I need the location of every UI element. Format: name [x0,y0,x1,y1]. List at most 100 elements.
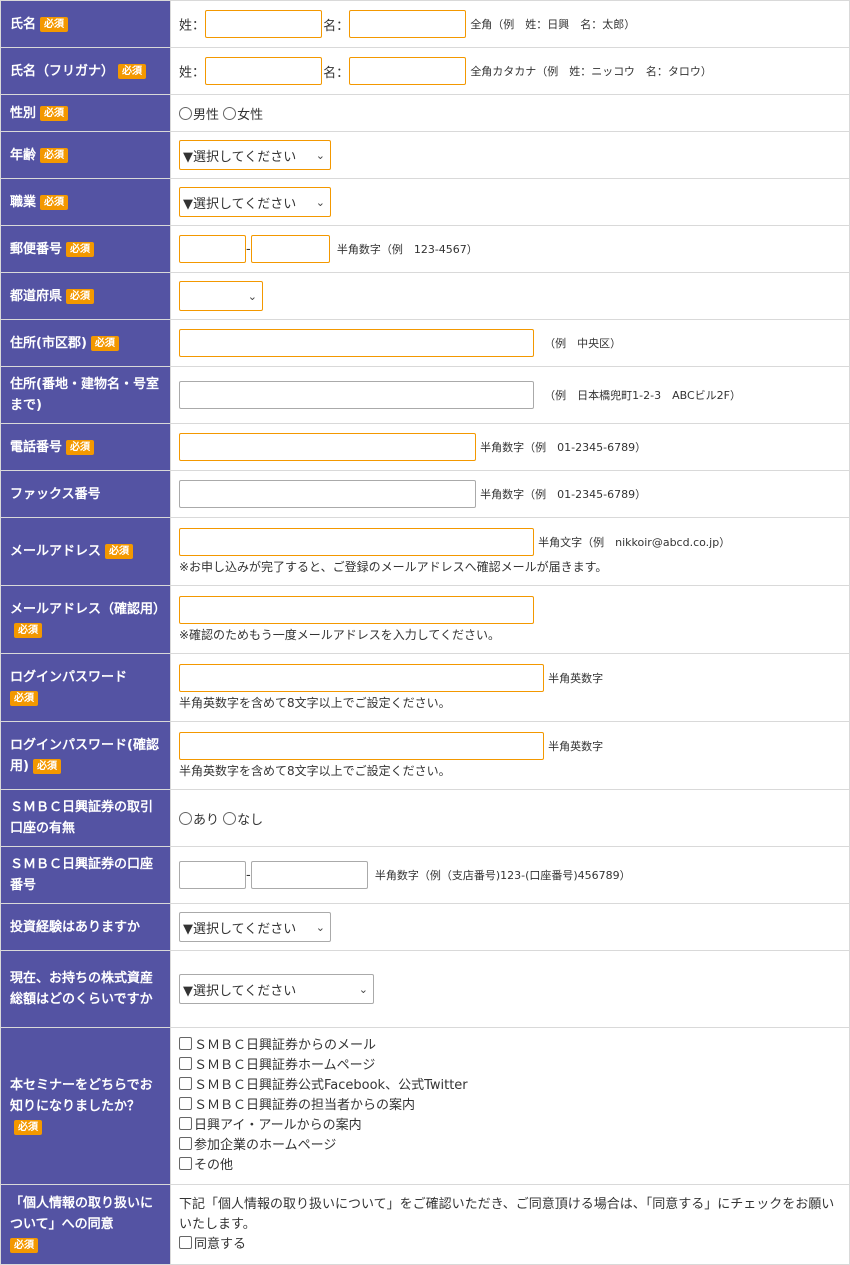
row-experience: 投資経験はありますか ▼選択してください ⌄ [0,903,850,951]
hint: 全角（例 姓：日興 名：太郎） [470,18,636,31]
field-cell: 半角英数字 半角英数字を含めて8文字以上でご設定ください。 [170,721,850,790]
last-name-kana-input[interactable] [205,57,323,85]
password-confirm-input[interactable] [179,732,544,760]
source-checkbox[interactable] [179,1037,192,1050]
experience-select[interactable]: ▼選択してください ⌄ [179,912,331,942]
label-cell: 職業 必須 [0,178,171,226]
first-name-input[interactable] [349,10,467,38]
field-cell: - 半角数字（例 123-4567） [170,225,850,273]
row-label: 住所(市区郡) [10,335,87,351]
row-job: 職業 必須 ▼選択してください ⌄ [0,178,850,226]
field-cell: 下記「個人情報の取り扱いについて」をご確認いただき、ご同意頂ける場合は、「同意す… [170,1184,850,1265]
source-checkbox[interactable] [179,1077,192,1090]
source-checkbox[interactable] [179,1057,192,1070]
label-cell: 氏名（フリガナ） 必須 [0,47,171,95]
option-label: なし [237,812,264,828]
address-input[interactable] [179,381,534,409]
chevron-down-icon: ⌄ [315,195,325,209]
source-checkbox[interactable] [179,1117,192,1130]
label-cell: ＳＭＢＣ日興証券の口座番号 [0,846,171,904]
row-label: ＳＭＢＣ日興証券の取引口座の有無 [10,800,154,836]
source-checkbox[interactable] [179,1157,192,1170]
required-badge: 必須 [66,241,95,257]
row-gender: 性別 必須 男性 女性 [0,94,850,132]
gender-female-radio[interactable] [223,106,237,120]
email-confirm-input[interactable] [179,596,534,624]
field-cell: ＳＭＢＣ日興証券からのメール ＳＭＢＣ日興証券ホームページ ＳＭＢＣ日興証券公式… [170,1027,850,1185]
row-label: 年齢 [10,147,37,163]
field-cell: ▼選択してください ⌄ [170,131,850,179]
select-value: ▼選択してください [183,983,297,999]
required-badge: 必須 [90,335,119,351]
chevron-down-icon: ⌄ [358,982,368,996]
chevron-down-icon: ⌄ [315,920,325,934]
row-privacy: 「個人情報の取り扱いについて」への同意 必須 下記「個人情報の取り扱いについて」を… [0,1184,850,1265]
row-label: 本セミナーをどちらでお知りになりましたか？ [10,1077,153,1114]
label-cell: 性別 必須 [0,94,171,132]
job-select[interactable]: ▼選択してください ⌄ [179,187,331,217]
city-input[interactable] [179,329,534,357]
zip-second-input[interactable] [250,235,330,263]
hint: 半角英数字 [548,672,604,685]
required-badge: 必須 [40,147,69,163]
row-label: 氏名 [10,16,37,32]
first-name-kana-input[interactable] [349,57,467,85]
hint: （例 日本橋兜町1-2-3 ABCビル2F） [544,389,741,402]
checkbox-option: ＳＭＢＣ日興証券からのメール [179,1036,841,1056]
required-badge: 必須 [14,622,42,638]
account-number-input[interactable] [250,861,368,889]
checkbox-option: 同意する [179,1235,841,1255]
helper-text: 半角英数字を含めて8文字以上でご設定ください。 [179,696,451,710]
option-label: 日興アイ・アールからの案内 [194,1118,362,1133]
helper-text: ※お申し込みが完了すると、ご登録のメールアドレスへ確認メールが届きます。 [179,560,608,574]
account-yes-radio[interactable] [179,811,192,825]
field-cell: ※確認のためもう一度メールアドレスを入力してください。 [170,585,850,654]
assets-select[interactable]: ▼選択してください ⌄ [179,974,374,1004]
required-badge: 必須 [66,439,95,455]
prefecture-select[interactable]: ⌄ [179,281,263,311]
row-fax: ファックス番号 半角数字（例 01-2345-6789） [0,470,850,518]
row-label: 電話番号 [10,439,63,455]
required-badge: 必須 [40,16,69,32]
row-label: 職業 [10,194,37,210]
field-cell: 男性 女性 [170,94,850,132]
row-label: 住所(番地・建物名・号室まで) [10,377,159,413]
label-cell: ＳＭＢＣ日興証券の取引口座の有無 [0,789,171,847]
account-no-radio[interactable] [223,811,237,825]
separator: - [246,241,251,257]
checkbox-option: その他 [179,1156,841,1176]
source-checkbox[interactable] [179,1137,192,1150]
hint: 半角文字（例 nikkoir@abcd.co.jp） [538,536,731,549]
field-cell: 姓： 名： 全角（例 姓：日興 名：太郎） [170,0,850,48]
separator: - [246,867,251,883]
row-password-confirm: ログインパスワード(確認用) 必須 半角英数字 半角英数字を含めて8文字以上でご設… [0,721,850,790]
hint: （例 中央区） [544,337,622,350]
row-label: メールアドレス（確認用） [10,601,167,617]
row-name: 氏名 必須 姓： 名： 全角（例 姓：日興 名：太郎） [0,0,850,48]
helper-text: ※確認のためもう一度メールアドレスを入力してください。 [179,628,500,642]
agree-checkbox[interactable] [179,1235,192,1249]
password-input[interactable] [179,664,544,692]
label-cell: ログインパスワード(確認用) 必須 [0,721,171,790]
option-label: ＳＭＢＣ日興証券からのメール [194,1038,377,1053]
hint: 半角数字（例 123-4567） [336,243,478,256]
label-cell: 電話番号 必須 [0,423,171,471]
fax-input[interactable] [179,480,476,508]
zip-first-input[interactable] [179,235,246,263]
mei-label: 名： [323,18,350,34]
last-name-input[interactable] [205,10,323,38]
checkbox-option: ＳＭＢＣ日興証券の担当者からの案内 [179,1096,841,1116]
checkbox-option: 参加企業のホームページ [179,1136,841,1156]
gender-male-radio[interactable] [179,106,192,120]
row-age: 年齢 必須 ▼選択してください ⌄ [0,131,850,179]
email-input[interactable] [179,528,534,556]
source-checkbox[interactable] [179,1097,192,1110]
age-select[interactable]: ▼選択してください ⌄ [179,140,331,170]
row-account-number: ＳＭＢＣ日興証券の口座番号 - 半角数字（例（支店番号)123-(口座番号)45… [0,846,850,904]
phone-input[interactable] [179,433,476,461]
branch-number-input[interactable] [179,861,246,889]
row-label: 「個人情報の取り扱いについて」への同意 [10,1196,154,1232]
select-value: ▼選択してください [183,921,297,937]
label-cell: メールアドレス（確認用） 必須 [0,585,171,654]
checkbox-option: ＳＭＢＣ日興証券ホームページ [179,1056,841,1076]
